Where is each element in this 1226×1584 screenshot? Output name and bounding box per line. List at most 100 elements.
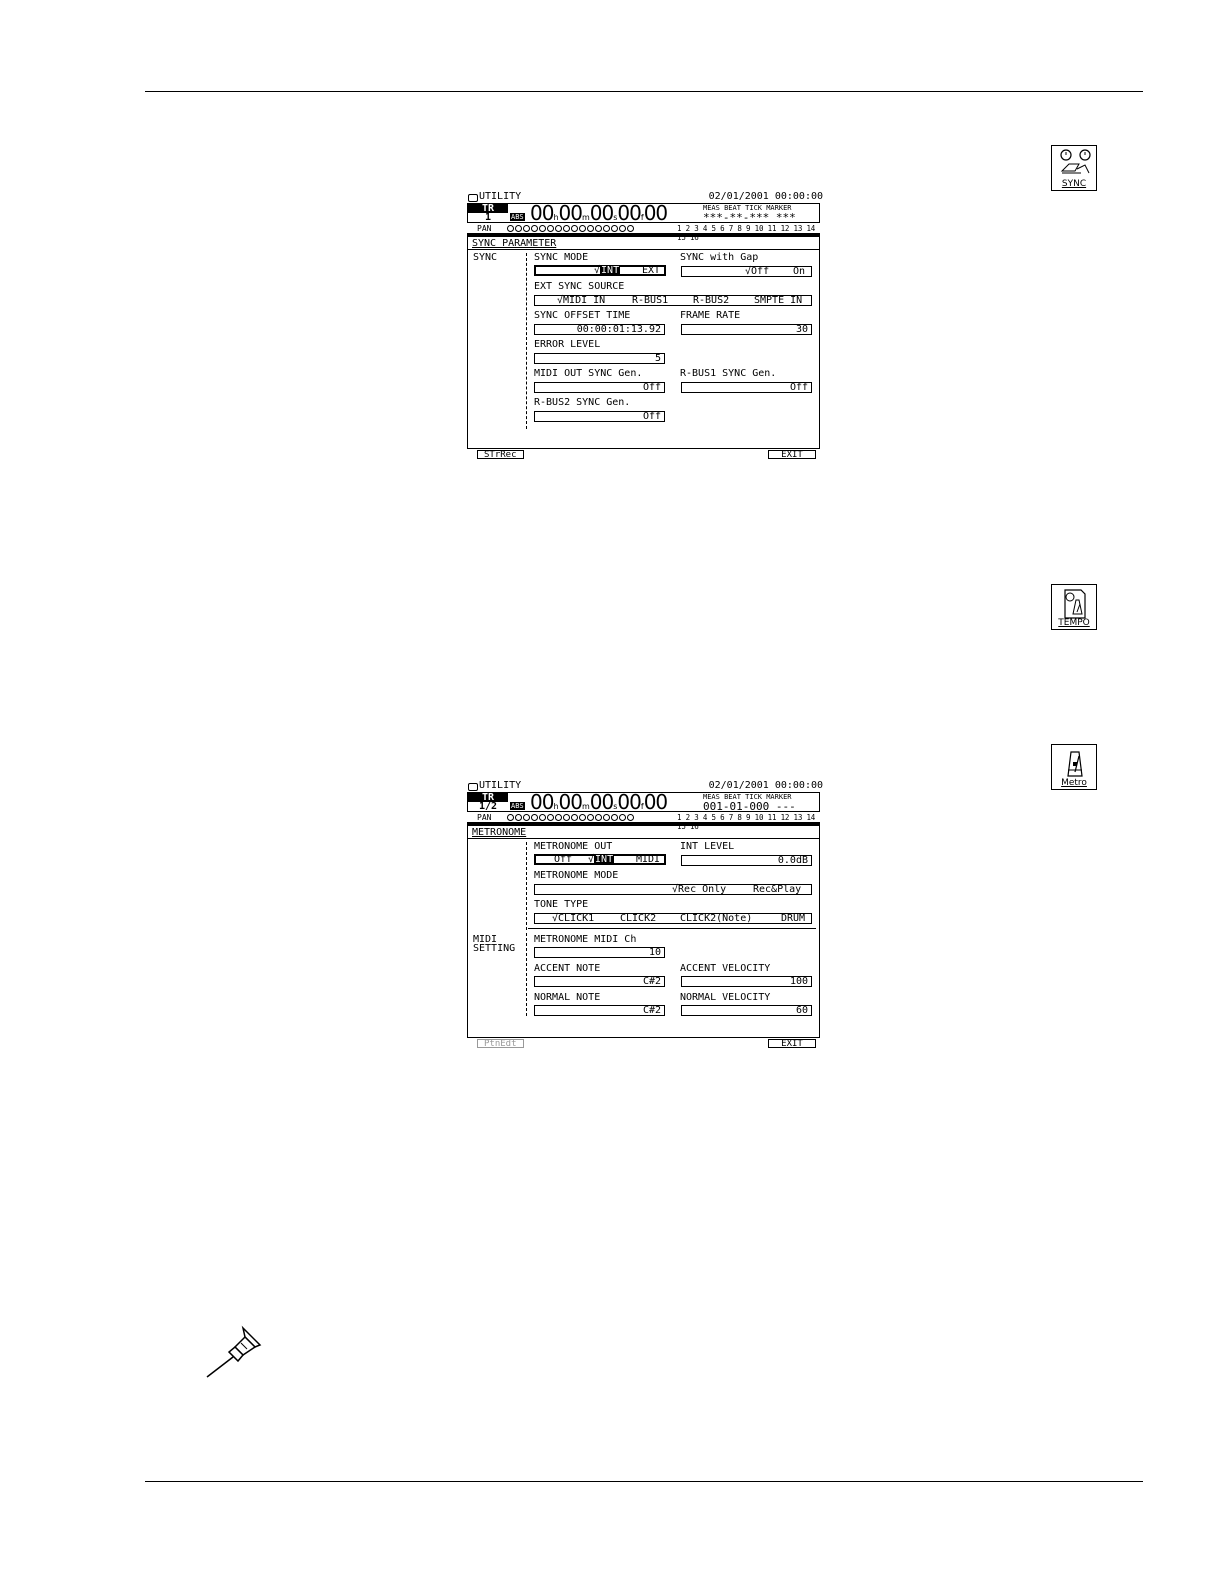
- time-frames: 00: [617, 201, 641, 225]
- tone-type-drum[interactable]: DRUM: [781, 914, 805, 924]
- pan-knob: [555, 225, 562, 232]
- tempo-icon: TEMPO: [1051, 584, 1097, 630]
- footer-rule: [145, 1481, 1143, 1482]
- offset-label: SYNC OFFSET TIME: [534, 310, 631, 321]
- met-mode-label: METRONOME MODE: [534, 870, 619, 881]
- pan-knobs: [507, 814, 634, 821]
- time-counter: TR 1 ABS 00h00m00s00f00 MEAS BEAT TICK M…: [467, 203, 820, 223]
- sync-icon-label: SYNC: [1061, 179, 1087, 189]
- pan-knob: [571, 225, 578, 232]
- sync-gap-field[interactable]: Off On: [681, 266, 812, 277]
- sync-mode-int[interactable]: INT: [600, 265, 621, 276]
- time-subframes: 00: [643, 790, 668, 814]
- time-minutes: 00: [558, 790, 583, 814]
- accent-vel-field[interactable]: 100: [681, 976, 812, 987]
- pan-knob: [611, 225, 618, 232]
- tone-type-click2[interactable]: CLICK2: [620, 914, 656, 924]
- pan-knob: [627, 814, 634, 821]
- strrec-button[interactable]: STrRec: [477, 450, 524, 460]
- sync-mode-ext[interactable]: EXT: [642, 266, 660, 276]
- frame-rate-field[interactable]: 30: [681, 324, 812, 335]
- tone-type-click2-note[interactable]: CLICK2(Note): [680, 914, 752, 924]
- sync-gap-on[interactable]: On: [793, 267, 805, 277]
- screen-date: 02/01/2001 00:00:00: [708, 780, 823, 791]
- time-counter: TR 1/2 ABS 00h00m00s00f00 MEAS BEAT TICK…: [467, 792, 820, 812]
- rbus2-gen-field[interactable]: Off: [534, 411, 665, 422]
- screen-title: UTILITY: [467, 780, 522, 791]
- exit-button[interactable]: EXIT: [768, 1039, 816, 1049]
- offset-field[interactable]: 00:00:01:13.92: [534, 324, 665, 335]
- section-divider: [526, 842, 527, 930]
- sync-mode-field[interactable]: INT EXT: [534, 265, 666, 276]
- header-rule: [145, 91, 1143, 92]
- ext-source-midi-in[interactable]: MIDI IN: [563, 295, 605, 306]
- track-box: TR 1/2: [468, 793, 508, 813]
- abs-badge: ABS: [510, 213, 525, 221]
- tone-type-click1[interactable]: CLICK1: [558, 913, 594, 924]
- met-mode-check: Rec Only: [672, 884, 726, 895]
- ext-source-smpte-in[interactable]: SMPTE IN: [754, 296, 802, 306]
- pan-knob: [555, 814, 562, 821]
- accent-note-value: C#2: [642, 976, 661, 987]
- section-separator: [528, 928, 816, 929]
- pan-knob: [603, 225, 610, 232]
- met-out-int[interactable]: INT: [594, 854, 615, 865]
- pan-knob: [523, 814, 530, 821]
- met-mode-rec-only[interactable]: Rec Only: [678, 884, 726, 895]
- accent-note-field[interactable]: C#2: [534, 976, 665, 987]
- pan-label: PAN: [477, 224, 492, 233]
- section-divider: [526, 253, 527, 429]
- metronome-screen: UTILITY 02/01/2001 00:00:00 TR 1/2 ABS 0…: [467, 781, 823, 1051]
- met-out-midi[interactable]: MIDI: [636, 855, 660, 865]
- met-mode-rec-play[interactable]: Rec&Play: [753, 885, 801, 895]
- track-number: 1: [484, 212, 492, 223]
- mbt-value: ***-**-*** ***: [703, 211, 796, 224]
- midi-ch-label: METRONOME MIDI Ch: [534, 934, 637, 945]
- met-out-field[interactable]: Off INT MIDI: [534, 854, 666, 865]
- section-label-sync: SYNC: [473, 252, 498, 263]
- screen-title: UTILITY: [467, 191, 522, 202]
- pan-row: PAN 1 2 3 4 5 6 7 8 9 10 11 12 13 14 15 …: [467, 224, 820, 242]
- pan-knob: [547, 225, 554, 232]
- unit-m: m: [581, 802, 590, 811]
- ext-source-rbus1[interactable]: R-BUS1: [632, 296, 668, 306]
- met-mode-field[interactable]: Rec Only Rec&Play: [534, 884, 812, 895]
- pan-knob: [539, 814, 546, 821]
- error-level-field[interactable]: 5: [534, 353, 665, 364]
- normal-vel-field[interactable]: 60: [681, 1005, 812, 1016]
- sync-gap-off[interactable]: Off: [751, 266, 769, 277]
- rbus1-gen-field[interactable]: Off: [681, 382, 812, 393]
- tempo-map-icon: [1064, 589, 1086, 619]
- accent-vel-label: ACCENT VELOCITY: [680, 963, 771, 974]
- tempo-icon-label: TEMPO: [1058, 618, 1090, 628]
- accent-vel-value: 100: [789, 976, 808, 987]
- midi-ch-value: 10: [648, 947, 661, 958]
- panel-title-rule: [468, 249, 819, 250]
- normal-vel-value: 60: [795, 1005, 808, 1016]
- time-minutes: 00: [558, 201, 583, 225]
- exit-button[interactable]: EXIT: [768, 450, 816, 460]
- track-number: 1/2: [478, 801, 498, 812]
- met-out-off[interactable]: Off: [554, 855, 572, 865]
- midi-ch-field[interactable]: 10: [534, 947, 665, 958]
- tone-type-field[interactable]: CLICK1 CLICK2 CLICK2(Note) DRUM: [534, 913, 812, 924]
- pan-knob: [515, 225, 522, 232]
- metro-icon-label: Metro: [1061, 778, 1087, 788]
- pan-knob: [587, 225, 594, 232]
- panel-title-rule: [468, 838, 819, 839]
- midi-out-gen-field[interactable]: Off: [534, 382, 665, 393]
- met-out-label: METRONOME OUT: [534, 841, 613, 852]
- pan-knob: [539, 225, 546, 232]
- normal-vel-label: NORMAL VELOCITY: [680, 992, 771, 1003]
- rbus1-gen-label: R-BUS1 SYNC Gen.: [680, 368, 777, 379]
- ext-source-field[interactable]: MIDI IN R-BUS1 R-BUS2 SMPTE IN: [534, 295, 812, 306]
- normal-note-value: C#2: [642, 1005, 661, 1016]
- error-level-value: 5: [654, 353, 661, 364]
- int-level-field[interactable]: 0.0dB: [681, 855, 812, 866]
- pan-knob: [611, 814, 618, 821]
- ext-source-rbus2[interactable]: R-BUS2: [693, 296, 729, 306]
- normal-note-field[interactable]: C#2: [534, 1005, 665, 1016]
- time-subframes: 00: [643, 201, 668, 225]
- ptnedt-button[interactable]: PtnEdt: [477, 1039, 524, 1049]
- sync-icon: SYNC: [1051, 145, 1097, 191]
